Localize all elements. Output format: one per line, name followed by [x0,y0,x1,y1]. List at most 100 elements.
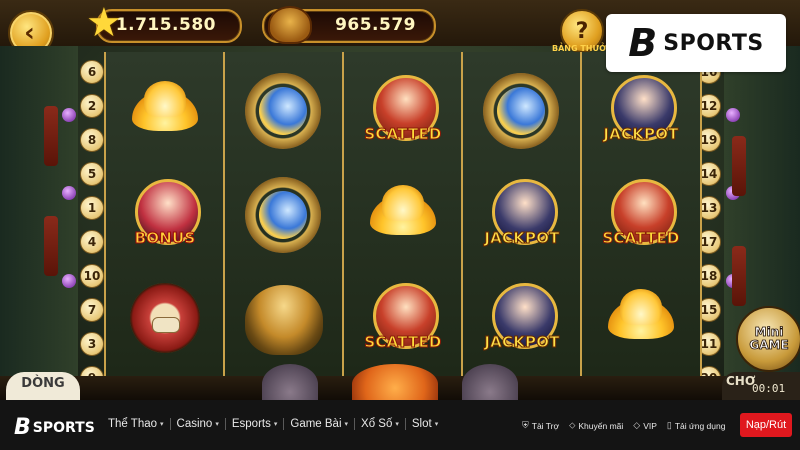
menu-item-label: Esports [231,418,271,430]
reel-cell [463,58,581,162]
spin-button[interactable] [352,364,438,400]
bet-orb-left[interactable] [262,364,318,400]
main-menu: Thể Thao ▾ Casino ▾ Esports ▾ Game Bài ▾ Xổ Số ▾ S… [108,418,438,430]
payline-number[interactable]: 3 [80,332,104,356]
menu-item[interactable]: Esports ▾ [232,418,278,430]
payline-number[interactable]: 8 [80,128,104,152]
jackpot-label: JACKPOT [603,125,679,144]
menu-item-label: Xổ Số [361,418,393,430]
payline-number[interactable]: 7 [80,298,104,322]
drum-symbol [122,275,208,361]
payline-number[interactable]: 5 [80,162,104,186]
menu-divider [283,418,285,430]
menu-divider [169,418,171,430]
chevron-down-icon: ▾ [434,421,439,428]
mirror-symbol [241,67,327,153]
payline-number[interactable]: 2 [80,94,104,118]
menu-item-label: Casino [176,418,213,430]
menu-item-label: Thể Thao [108,418,158,430]
scatter-symbol: SCATTED [360,67,446,153]
payline-column-left: 62851410739 [80,60,104,400]
reel-cell [225,162,343,266]
lotus-symbol [598,275,684,361]
reel-cell: SCATTED [344,58,462,162]
reel-grid: BONUS SCATTED SCATTED JACKPOT JACKPOT JACKPOT… [104,52,702,378]
money-pot-icon [268,6,312,44]
reel-cell: JACKPOT [463,266,581,370]
payline-number[interactable]: 10 [80,264,104,288]
tassel-decoration [44,216,58,276]
utility-link[interactable]: ⬦ Khuyến mãi [569,420,623,431]
payline-number[interactable]: 1 [80,196,104,220]
star-icon: ★ [86,0,122,46]
tassel-decoration [732,246,746,306]
bet-orb-right[interactable] [462,364,518,400]
site-logo[interactable]: B SPORTS [14,415,95,440]
jackpot-symbol: JACKPOT [598,67,684,153]
lotus-symbol [122,67,208,153]
menu-item[interactable]: Thể Thao ▾ [108,418,164,430]
deposit-withdraw-button[interactable]: Nạp/Rút [740,413,792,437]
reel-cell: JACKPOT [463,162,581,266]
chevron-left-icon: ‹ [24,18,35,48]
scatter-label: SCATTED [602,229,680,248]
bonus-label: BONUS [134,229,196,248]
diamond-icon: ◇ [633,420,641,430]
utility-link[interactable]: ◇ VIP [633,420,657,431]
mini-game-label-line: GAME [749,338,789,352]
menu-item-label: Slot [411,418,432,430]
payline-number[interactable]: 6 [80,60,104,84]
mini-game-label: Mini GAME [738,325,800,352]
chevron-down-icon: ▾ [273,421,278,428]
jackpot-label: JACKPOT [484,229,560,248]
jackpot-symbol: JACKPOT [479,171,565,257]
straw-hat-symbol [241,275,327,361]
menu-divider [404,418,406,430]
reel-3: SCATTED SCATTED [342,52,464,378]
utility-link-label: Tài Trợ [531,420,560,431]
tassel-decoration [44,106,58,166]
chevron-down-icon: ▾ [160,421,164,428]
reel-1: BONUS [104,52,226,378]
mirror-symbol [479,67,565,153]
phone-icon: ▯ [666,420,672,430]
pearl-decoration [726,108,740,122]
utility-link[interactable]: ⛨ Tài Trợ [522,420,559,431]
menu-item[interactable]: Game Bài ▾ [290,418,348,430]
chevron-down-icon: ▾ [215,421,219,428]
jackpot-value: 965.579 [335,15,416,35]
scatter-symbol: SCATTED [360,275,446,361]
play-label: CHƠ [726,374,756,388]
reel-cell [582,266,700,370]
scatter-label: SCATTED [364,333,442,352]
menu-item-label: Game Bài [290,418,342,430]
chevron-down-icon: ▾ [395,421,399,428]
scatter-label: SCATTED [364,125,442,144]
reel-cell [344,162,462,266]
reel-cell: BONUS [106,162,224,266]
reel-5: JACKPOT SCATTED [580,52,702,378]
pearl-decoration [62,108,76,122]
payline-number[interactable]: 4 [80,230,104,254]
scatter-symbol: SCATTED [598,171,684,257]
site-navbar: B SPORTS Thể Thao ▾ Casino ▾ Esports ▾ Game Bà… [0,400,800,450]
jackpot-label: JACKPOT [484,333,560,352]
brand-logo-mark: B [628,21,657,65]
menu-item[interactable]: Xổ Số ▾ [361,418,399,430]
menu-divider [354,418,356,430]
lotus-symbol [360,171,446,257]
mini-game-button[interactable]: Mini GAME [736,306,800,372]
reel-cell: SCATTED [344,266,462,370]
menu-item[interactable]: Slot ▾ [412,418,438,430]
menu-item[interactable]: Casino ▾ [177,418,219,430]
utility-link[interactable]: ▯ Tải ứng dụng [667,420,726,431]
bonus-symbol: BONUS [122,171,208,257]
reel-cell: JACKPOT [582,58,700,162]
play-timer[interactable]: CHƠ 00:01 [722,372,800,400]
utility-link-label: Khuyến mãi [578,420,624,431]
pearl-decoration [62,274,76,288]
reel-cell [225,266,343,370]
menu-divider [224,418,226,430]
slot-game-screen: ‹ 1.715.580 ★ 965.579 ? BẢNG THƯỞNG 6285… [0,0,800,400]
lines-button[interactable]: DÒNG [6,372,80,400]
